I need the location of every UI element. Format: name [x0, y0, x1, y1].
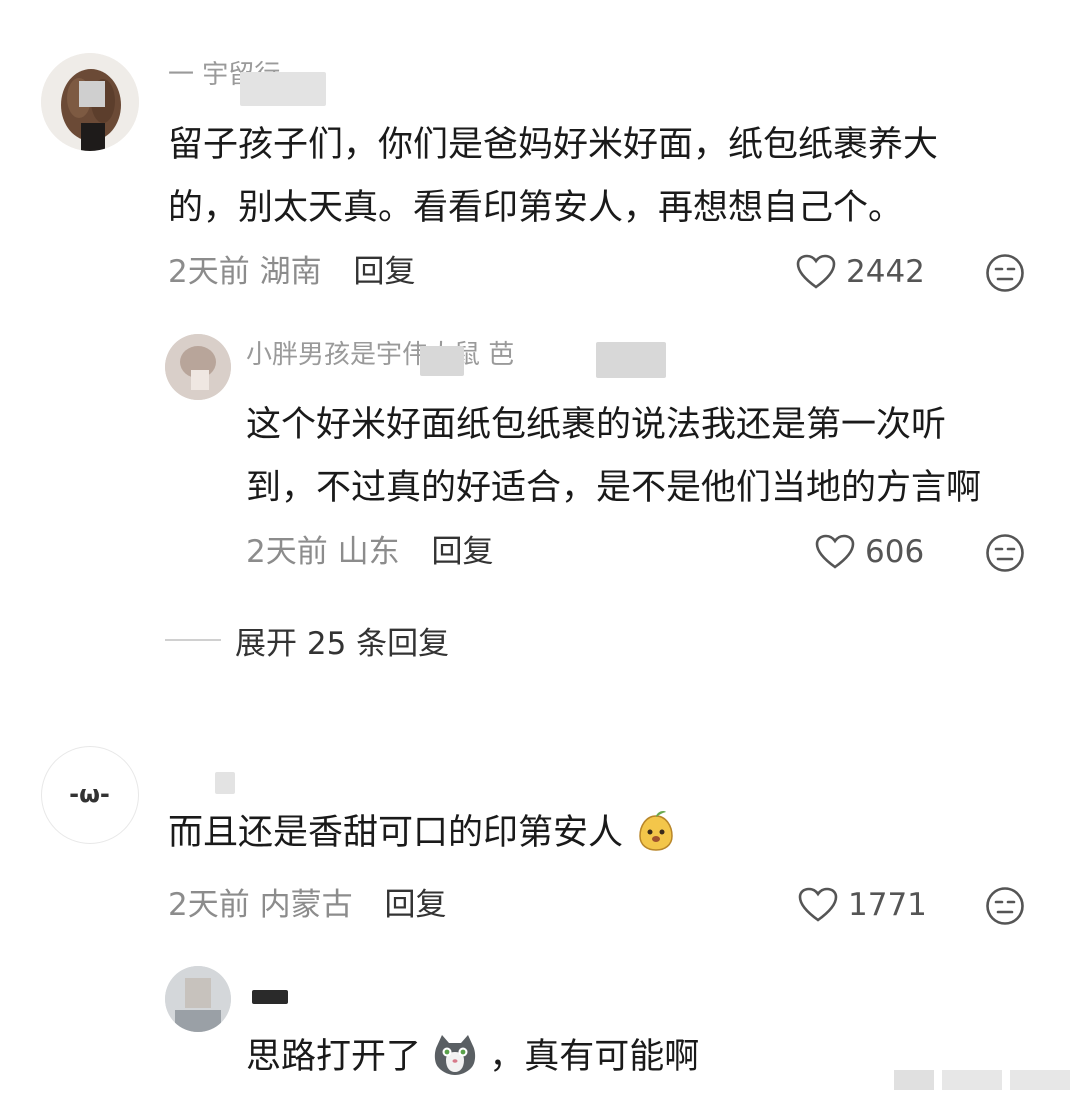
username-blur [240, 72, 326, 106]
username-blur [596, 342, 666, 378]
expand-label: 展开 25 条回复 [235, 625, 450, 662]
avatar[interactable] [165, 334, 231, 400]
comment-meta: 2天前 湖南 回复 [168, 252, 415, 292]
location: 湖南 [259, 254, 322, 290]
location: 山东 [337, 534, 400, 570]
neutral-face-icon[interactable] [985, 886, 1025, 926]
avatar[interactable] [41, 53, 139, 151]
like-button[interactable]: 1771 [798, 883, 927, 927]
time: 2天前 [168, 254, 250, 290]
avatar-text: -ω- [69, 780, 110, 808]
comment-text: 思路打开了 ，真有可能啊 [246, 1026, 699, 1089]
divider-line [165, 639, 221, 641]
heart-outline-icon [796, 254, 836, 289]
reply-button[interactable]: 回复 [353, 254, 415, 290]
comment-meta: 2天前 内蒙古 回复 [168, 885, 446, 925]
reply-button[interactable]: 回复 [431, 534, 493, 570]
comment-text: 留子孩子们，你们是爸妈好米好面，纸包纸裹养大 的，别太天真。看看印第安人，再想想… [168, 125, 939, 228]
comment-text: 这个好米好面纸包纸裹的说法我还是第一次听 到，不过真的好适合，是不是他们当地的方… [246, 405, 982, 508]
username-blur [252, 990, 288, 1004]
comment-2: -ω- 而且还是香甜可口的印第安人 2天前 内蒙古 回复 1771 [0, 740, 1080, 960]
like-button[interactable]: 606 [815, 530, 924, 574]
heart-outline-icon [815, 534, 855, 569]
comment-1: 一 宇留行 留子孩子们，你们是爸妈好米好面，纸包纸裹养大 的，别太天真。看看印第… [0, 0, 1080, 320]
like-count: 606 [865, 534, 925, 570]
username-blur [215, 772, 235, 794]
time: 2天前 [246, 534, 328, 570]
reply-button[interactable]: 回复 [384, 887, 446, 923]
neutral-face-icon[interactable] [985, 533, 1025, 573]
comment-meta: 2天前 山东 回复 [246, 532, 493, 572]
reply-comment-1: 小胖男孩是宇伟大鼠 芭 这个好米好面纸包纸裹的说法我还是第一次听 到，不过真的好… [0, 320, 1080, 610]
cat-face-emoji [435, 1035, 476, 1075]
avatar[interactable]: -ω- [41, 746, 139, 844]
username-blur [420, 346, 464, 376]
location: 内蒙古 [259, 887, 353, 923]
like-count: 1771 [848, 887, 927, 923]
time: 2天前 [168, 887, 250, 923]
watermark [894, 1070, 1070, 1090]
heart-outline-icon [798, 887, 838, 922]
pear-face-emoji [639, 811, 673, 851]
expand-replies-button[interactable]: 展开 25 条回复 [165, 620, 450, 662]
like-button[interactable]: 2442 [796, 250, 925, 294]
username[interactable]: 小胖男孩是宇伟大鼠 芭 [246, 340, 514, 370]
reply-comment-2: 思路打开了 ，真有可能啊 [0, 960, 1080, 1103]
avatar[interactable] [165, 966, 231, 1032]
comment-text: 而且还是香甜可口的印第安人 [168, 802, 678, 865]
like-count: 2442 [846, 254, 925, 290]
neutral-face-icon[interactable] [985, 253, 1025, 293]
